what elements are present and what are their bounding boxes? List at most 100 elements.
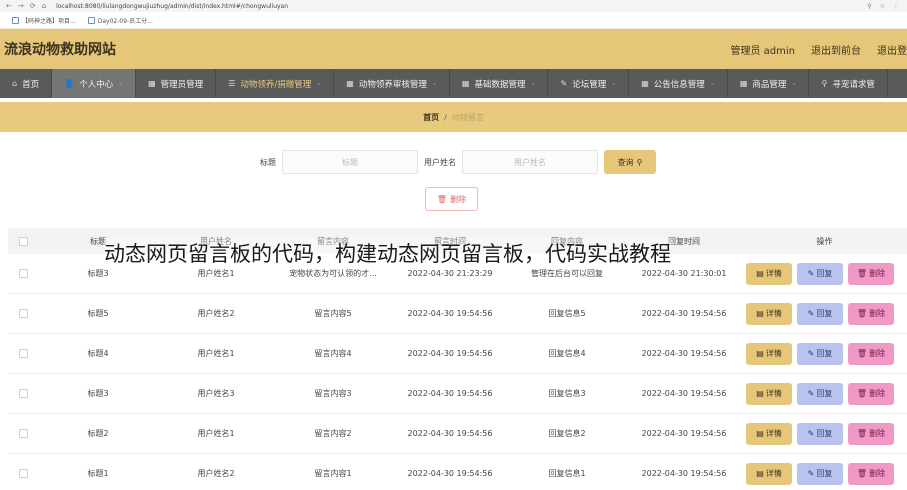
title-search-input[interactable]: 标题 xyxy=(282,150,418,174)
reply-button[interactable]: ✎ 回复 xyxy=(797,342,843,365)
nav-admin-management[interactable]: ▦ 管理员管理 xyxy=(136,69,217,98)
title-field-label: 标题 xyxy=(260,157,276,167)
reply-label: 回复 xyxy=(816,349,833,358)
header-ops: 操作 xyxy=(816,236,833,246)
row-checkbox[interactable] xyxy=(18,389,28,398)
bookmark-star-icon[interactable]: ☆ xyxy=(880,3,885,10)
reply-button[interactable]: ✎ 回复 xyxy=(797,302,843,325)
app-title: 流浪动物救助网站 xyxy=(4,42,116,58)
row-checkbox[interactable] xyxy=(18,309,28,318)
cell-title: 标题5 xyxy=(87,309,109,318)
query-button[interactable]: 查询 ⚲ xyxy=(604,150,656,174)
edit-icon: ✎ xyxy=(807,349,815,358)
detail-label: 详情 xyxy=(765,309,782,318)
bookmark-item[interactable]: Day02-09-员工分... xyxy=(87,16,153,25)
trash-icon: 🗑 xyxy=(856,269,868,278)
exit-to-front-link[interactable]: 退出到前台 xyxy=(811,42,861,57)
nav-adoption-review[interactable]: ▦ 动物领养审核管理 ⌄ xyxy=(334,69,450,98)
nav-adoption-donation[interactable]: ☰ 动物领养/捐赠管理 ⌄ xyxy=(216,69,335,98)
forward-icon[interactable]: → xyxy=(18,2,24,10)
nav-home[interactable]: ⌂ 首页 xyxy=(0,69,53,98)
zoom-icon[interactable]: ⚲ xyxy=(867,3,871,10)
cell-title: 标题1 xyxy=(87,469,109,478)
main-nav: ⌂ 首页 👤 个人中心 ⌄ ▦ 管理员管理 ☰ 动物领养/捐赠管理 ⌄ ▦ 动物… xyxy=(0,69,907,98)
chevron-down-icon: ⌄ xyxy=(709,80,715,87)
delete-button[interactable]: 🗑 删除 xyxy=(848,342,894,365)
row-checkbox[interactable] xyxy=(18,469,28,478)
row-checkbox[interactable] xyxy=(18,349,28,358)
cell-content: 留言内容2 xyxy=(314,429,352,438)
row-select-cell xyxy=(8,454,38,490)
edit-icon: ✎ xyxy=(807,269,815,278)
edit-icon: ✎ xyxy=(807,469,815,478)
nav-pet-search[interactable]: ⚲ 寻宠请求管 xyxy=(809,69,888,98)
cell-content: 留言内容3 xyxy=(314,389,352,398)
nav-label: 论坛管理 xyxy=(572,79,607,90)
search-icon: ⚲ xyxy=(636,157,643,167)
menu-icon[interactable]: ⋮ xyxy=(893,3,899,10)
delete-button[interactable]: 🗑 删除 xyxy=(848,262,894,285)
nav-products[interactable]: ▦ 商品管理 ⌄ xyxy=(728,69,810,98)
detail-button[interactable]: ▤ 详情 xyxy=(746,462,792,485)
cell-user: 用户姓名2 xyxy=(197,469,235,478)
select-all-checkbox[interactable] xyxy=(18,236,28,246)
browser-actions: ⚲ ☆ ⋮ xyxy=(867,3,907,10)
reply-label: 回复 xyxy=(816,429,833,438)
folder-icon xyxy=(12,16,19,24)
grid-icon: ▦ xyxy=(148,79,156,88)
reply-button[interactable]: ✎ 回复 xyxy=(797,422,843,445)
detail-label: 详情 xyxy=(765,389,782,398)
nav-basic-data[interactable]: ▦ 基础数据管理 ⌄ xyxy=(450,69,549,98)
delete-button[interactable]: 🗑 删除 xyxy=(848,302,894,325)
detail-button[interactable]: ▤ 详情 xyxy=(746,302,792,325)
batch-delete-label: 删除 xyxy=(450,194,467,204)
address-bar[interactable]: localhost:8080/liulangdongwujiuzhug/admi… xyxy=(56,3,288,10)
cell-time: 2022-04-30 19:54:56 xyxy=(407,349,493,358)
detail-button[interactable]: ▤ 详情 xyxy=(746,262,792,285)
cell-reply-time: 2022-04-30 19:54:56 xyxy=(641,429,727,438)
home-icon[interactable]: ⌂ xyxy=(42,2,46,10)
cell-reply-time: 2022-04-30 19:54:56 xyxy=(641,349,727,358)
cell-content: 留言内容4 xyxy=(314,349,352,358)
search-form: 标题 标题 用户姓名 用户姓名 查询 ⚲ xyxy=(260,150,656,174)
nav-announcements[interactable]: ▦ 公告信息管理 ⌄ xyxy=(629,69,728,98)
chevron-down-icon: ⌄ xyxy=(530,80,536,87)
nav-personal-center[interactable]: 👤 个人中心 ⌄ xyxy=(52,69,137,98)
cell-ops: ▤ 详情 ✎ 回复 🗑 删除 xyxy=(742,454,907,490)
nav-label: 基础数据管理 xyxy=(474,79,526,90)
nav-forum[interactable]: ✎ 论坛管理 ⌄ xyxy=(548,69,630,98)
row-checkbox[interactable] xyxy=(18,269,28,278)
table-row: 标题1 用户姓名2 留言内容1 2022-04-30 19:54:56 回复信息1 202… xyxy=(8,454,907,490)
cell-ops: ▤ 详情 ✎ 回复 🗑 删除 xyxy=(742,414,907,453)
detail-icon: ▤ xyxy=(756,309,764,318)
row-checkbox[interactable] xyxy=(18,429,28,438)
delete-button[interactable]: 🗑 删除 xyxy=(848,382,894,405)
detail-button[interactable]: ▤ 详情 xyxy=(746,342,792,365)
username-search-input[interactable]: 用户姓名 xyxy=(462,150,598,174)
edit-icon: ✎ xyxy=(807,309,815,318)
delete-button[interactable]: 🗑 删除 xyxy=(848,422,894,445)
batch-delete-button[interactable]: 🗑 删除 xyxy=(425,187,478,211)
logout-link[interactable]: 退出登 xyxy=(877,42,907,57)
detail-button[interactable]: ▤ 详情 xyxy=(746,382,792,405)
cell-content: 留言内容1 xyxy=(314,469,352,478)
reply-button[interactable]: ✎ 回复 xyxy=(797,262,843,285)
reload-icon[interactable]: ⟳ xyxy=(30,2,36,10)
pen-icon: ✎ xyxy=(560,79,568,88)
breadcrumb-separator: / xyxy=(444,112,447,122)
breadcrumb-home[interactable]: 首页 xyxy=(423,112,439,123)
cell-user: 用户姓名3 xyxy=(197,389,235,398)
nav-label: 管理员管理 xyxy=(160,79,204,90)
row-select-cell xyxy=(8,294,38,333)
reply-button[interactable]: ✎ 回复 xyxy=(797,382,843,405)
table-row: 标题2 用户姓名1 留言内容2 2022-04-30 19:54:56 回复信息2 202… xyxy=(8,414,907,454)
detail-button[interactable]: ▤ 详情 xyxy=(746,422,792,445)
bookmark-item[interactable]: 【码神之路】项目... xyxy=(12,16,76,25)
detail-label: 详情 xyxy=(765,469,782,478)
back-icon[interactable]: ← xyxy=(6,2,12,10)
cell-reply-time: 2022-04-30 19:54:56 xyxy=(641,469,727,478)
cell-ops: ▤ 详情 ✎ 回复 🗑 删除 xyxy=(742,334,907,373)
reply-button[interactable]: ✎ 回复 xyxy=(797,462,843,485)
delete-button[interactable]: 🗑 删除 xyxy=(848,462,894,485)
bookmark-label: 【码神之路】项目... xyxy=(22,17,76,25)
